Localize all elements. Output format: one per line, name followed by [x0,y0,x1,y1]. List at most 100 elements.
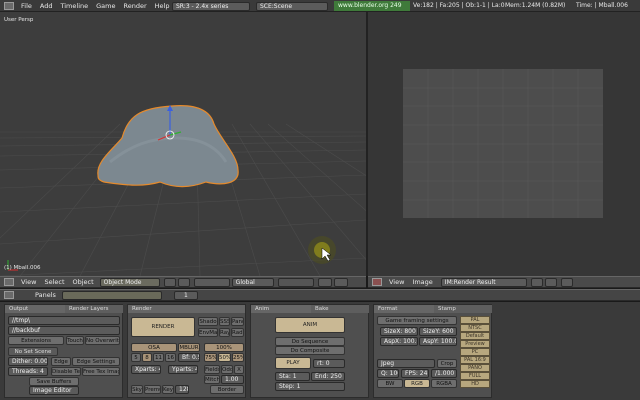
editor-type-icon[interactable] [4,278,14,286]
do-sequence-toggle[interactable]: Do Sequence [275,337,345,346]
quality-field[interactable]: Q: 100 [377,369,399,378]
image-selector[interactable]: IM:Render Result [440,277,527,287]
menu-view[interactable]: View [385,278,408,286]
radio-toggle[interactable]: Radio [231,328,244,337]
border-toggle[interactable]: Border [210,385,244,394]
osa-11-button[interactable]: 11 [153,353,164,362]
lock-icon[interactable] [544,277,557,287]
menu-file[interactable]: File [17,2,36,10]
scene-selector[interactable]: SCE:Scene [256,2,328,11]
anim-button[interactable]: ANIM [275,317,345,333]
url-link[interactable]: www.blender.org 249 [334,1,410,11]
preset-default-button[interactable]: Default [460,332,490,340]
preset-pano-button[interactable]: PANO [460,364,490,372]
context-icons[interactable] [61,290,162,300]
fps-base-field[interactable]: /1.000 [431,369,457,378]
filter-size-field[interactable]: 1.00 [221,375,244,384]
preset-preview-button[interactable]: Preview [460,340,490,348]
no-overwrite-toggle[interactable]: No Overwrite [85,336,120,345]
filter-selector[interactable]: Mitch [204,375,220,384]
orientation-selector[interactable]: Global [231,277,274,287]
aspect-y-field[interactable]: AspY: 100.00 [419,337,457,346]
tab-output[interactable]: Output [5,305,65,313]
3d-viewport[interactable]: User Persp (1) Mball.006 [0,12,366,276]
bw-toggle[interactable]: BW [377,379,403,388]
mblur-bf-field[interactable]: Bf: 0.50 [178,353,200,362]
percent-100-button[interactable]: 100% [204,343,244,352]
xparts-field[interactable]: Xparts: 4 [131,365,161,374]
menu-help[interactable]: Help [151,2,174,10]
preset-full-button[interactable]: FULL [460,372,490,380]
tab-stamp[interactable]: Stamp [434,305,492,313]
mblur-toggle[interactable]: MBLUR [178,343,200,352]
backbuf-path-field[interactable]: //backbuf [8,326,120,335]
premul-toggle[interactable]: Premul [144,385,161,394]
sky-toggle[interactable]: Sky [131,385,143,394]
edge-toggle[interactable]: Edge [51,357,71,366]
dither-field[interactable]: Dither: 0.000 [8,357,48,366]
save-buffers-toggle[interactable]: Save Buffers [29,377,79,386]
editor-type-icon[interactable] [4,1,14,10]
editor-type-icon[interactable] [4,291,14,299]
fields-toggle[interactable]: Fields [204,365,220,374]
do-composite-toggle[interactable]: Do Composite [275,346,345,355]
menu-game[interactable]: Game [92,2,119,10]
menu-object[interactable]: Object [69,278,98,286]
tab-bake[interactable]: Bake [311,305,369,313]
envmap-toggle[interactable]: EnvMap [198,328,218,337]
preset-pal169-button[interactable]: PAL 16:9 [460,356,490,364]
image-editor[interactable] [368,12,640,276]
end-frame-field[interactable]: End: 250 [311,372,345,381]
panels-menu[interactable]: Panels [31,291,60,299]
layer-buttons[interactable] [277,277,314,287]
tab-render[interactable]: Render [128,305,245,313]
preset-pal-button[interactable]: PAL [460,316,490,324]
yparts-field[interactable]: Yparts: 4 [168,365,198,374]
step-field[interactable]: Step: 1 [275,382,345,391]
size-x-field[interactable]: SizeX: 800 [380,327,418,336]
rgba-toggle[interactable]: RGBA [431,379,457,388]
shadow-toggle[interactable]: Shado [198,317,218,326]
osa-8-button[interactable]: 8 [142,353,152,362]
draw-type-icon[interactable] [163,277,176,287]
output-path-field[interactable]: //tmp\ [8,316,120,325]
pano-toggle[interactable]: Pano [231,317,244,326]
metaball-mesh[interactable] [97,105,239,188]
free-tex-images-toggle[interactable]: Free Tex Images [82,367,120,376]
preset-hd-button[interactable]: HD [460,380,490,388]
game-framing-button[interactable]: Game framing settings [377,316,457,325]
start-frame-field[interactable]: Sta: 1 [275,372,310,381]
ray-toggle[interactable]: Ray [219,328,230,337]
odd-toggle[interactable]: Odd [221,365,233,374]
rt-field[interactable]: rt: 0 [313,359,345,368]
extensions-toggle[interactable]: Extensions [8,336,64,345]
zoom-icon[interactable] [560,277,573,287]
screen-selector[interactable]: SR:3 - 2.4x series [172,2,250,11]
image-format-selector[interactable]: Jpeg [377,359,435,368]
preset-pc-button[interactable]: PC [460,348,490,356]
osa-5-button[interactable]: 5 [131,353,141,362]
pin-icon[interactable] [530,277,543,287]
rgb-toggle[interactable]: RGB [404,379,430,388]
menu-timeline[interactable]: Timeline [56,2,92,10]
menu-add[interactable]: Add [36,2,57,10]
tab-anim[interactable]: Anim [251,305,311,313]
disable-tex-toggle[interactable]: Disable Tex [51,367,81,376]
pivot-icon[interactable] [177,277,190,287]
percent-50-button[interactable]: 50% [218,353,231,362]
tab-render-layers[interactable]: Render Layers [65,305,123,313]
tab-format[interactable]: Format [374,305,434,313]
mode-selector[interactable]: Object Mode [99,277,160,287]
menu-render[interactable]: Render [119,2,150,10]
editor-type-icon[interactable] [372,278,382,286]
x-toggle[interactable]: X [234,365,244,374]
frame-number[interactable]: 1 [173,290,198,300]
render-button[interactable]: RENDER [131,317,195,337]
osa-16-button[interactable]: 16 [165,353,176,362]
play-button[interactable]: PLAY [275,357,311,369]
aspect-x-field[interactable]: AspX: 100.00 [380,337,418,346]
fps-field[interactable]: FPS: 24 [401,369,429,378]
size-y-field[interactable]: SizeY: 600 [419,327,457,336]
menu-image[interactable]: Image [408,278,436,286]
lock-icon[interactable] [317,277,332,287]
